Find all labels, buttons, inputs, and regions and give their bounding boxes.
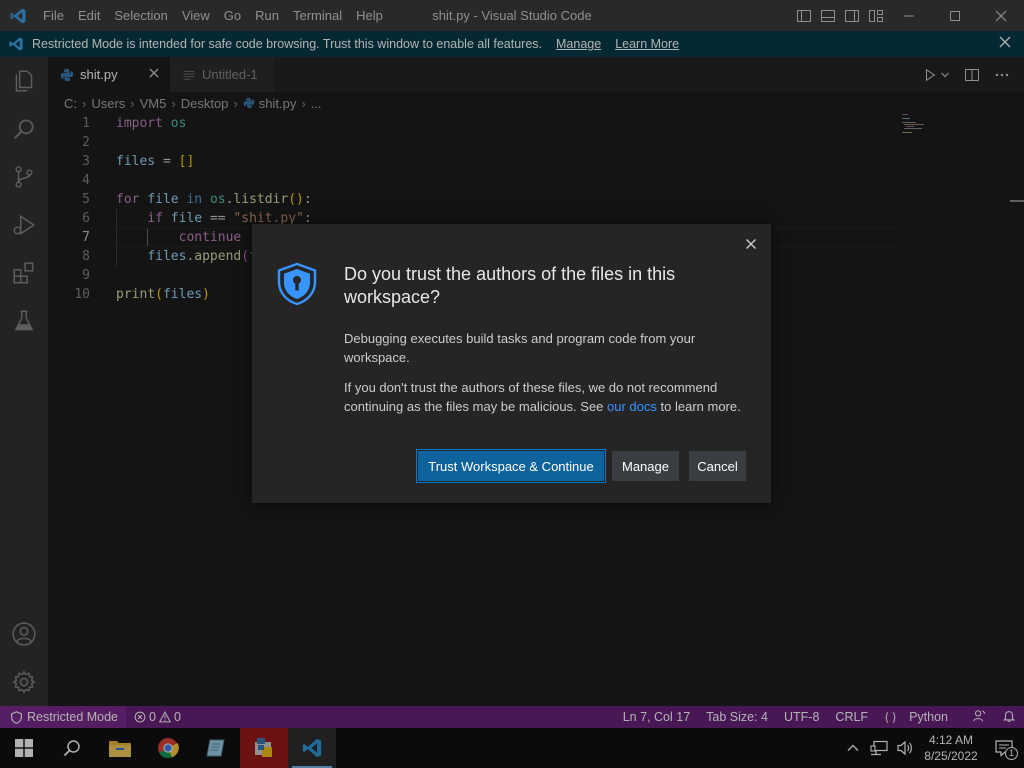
manage-button[interactable]: Manage xyxy=(612,451,679,481)
dialog-detail-text-end: to learn more. xyxy=(656,399,741,414)
dialog-message: Debugging executes build tasks and progr… xyxy=(344,331,696,365)
dialog-title: Do you trust the authors of the files in… xyxy=(344,264,676,307)
workspace-trust-dialog: Do you trust the authors of the files in… xyxy=(252,224,771,503)
close-icon xyxy=(746,239,756,249)
our-docs-link[interactable]: our docs xyxy=(607,399,657,414)
dialog-close-button[interactable] xyxy=(745,238,757,253)
cancel-button[interactable]: Cancel xyxy=(689,451,746,481)
trust-workspace-button[interactable]: Trust Workspace & Continue xyxy=(416,449,606,483)
dialog-detail: If you don't trust the authors of these … xyxy=(344,378,754,416)
shield-keyhole-icon xyxy=(277,262,317,306)
